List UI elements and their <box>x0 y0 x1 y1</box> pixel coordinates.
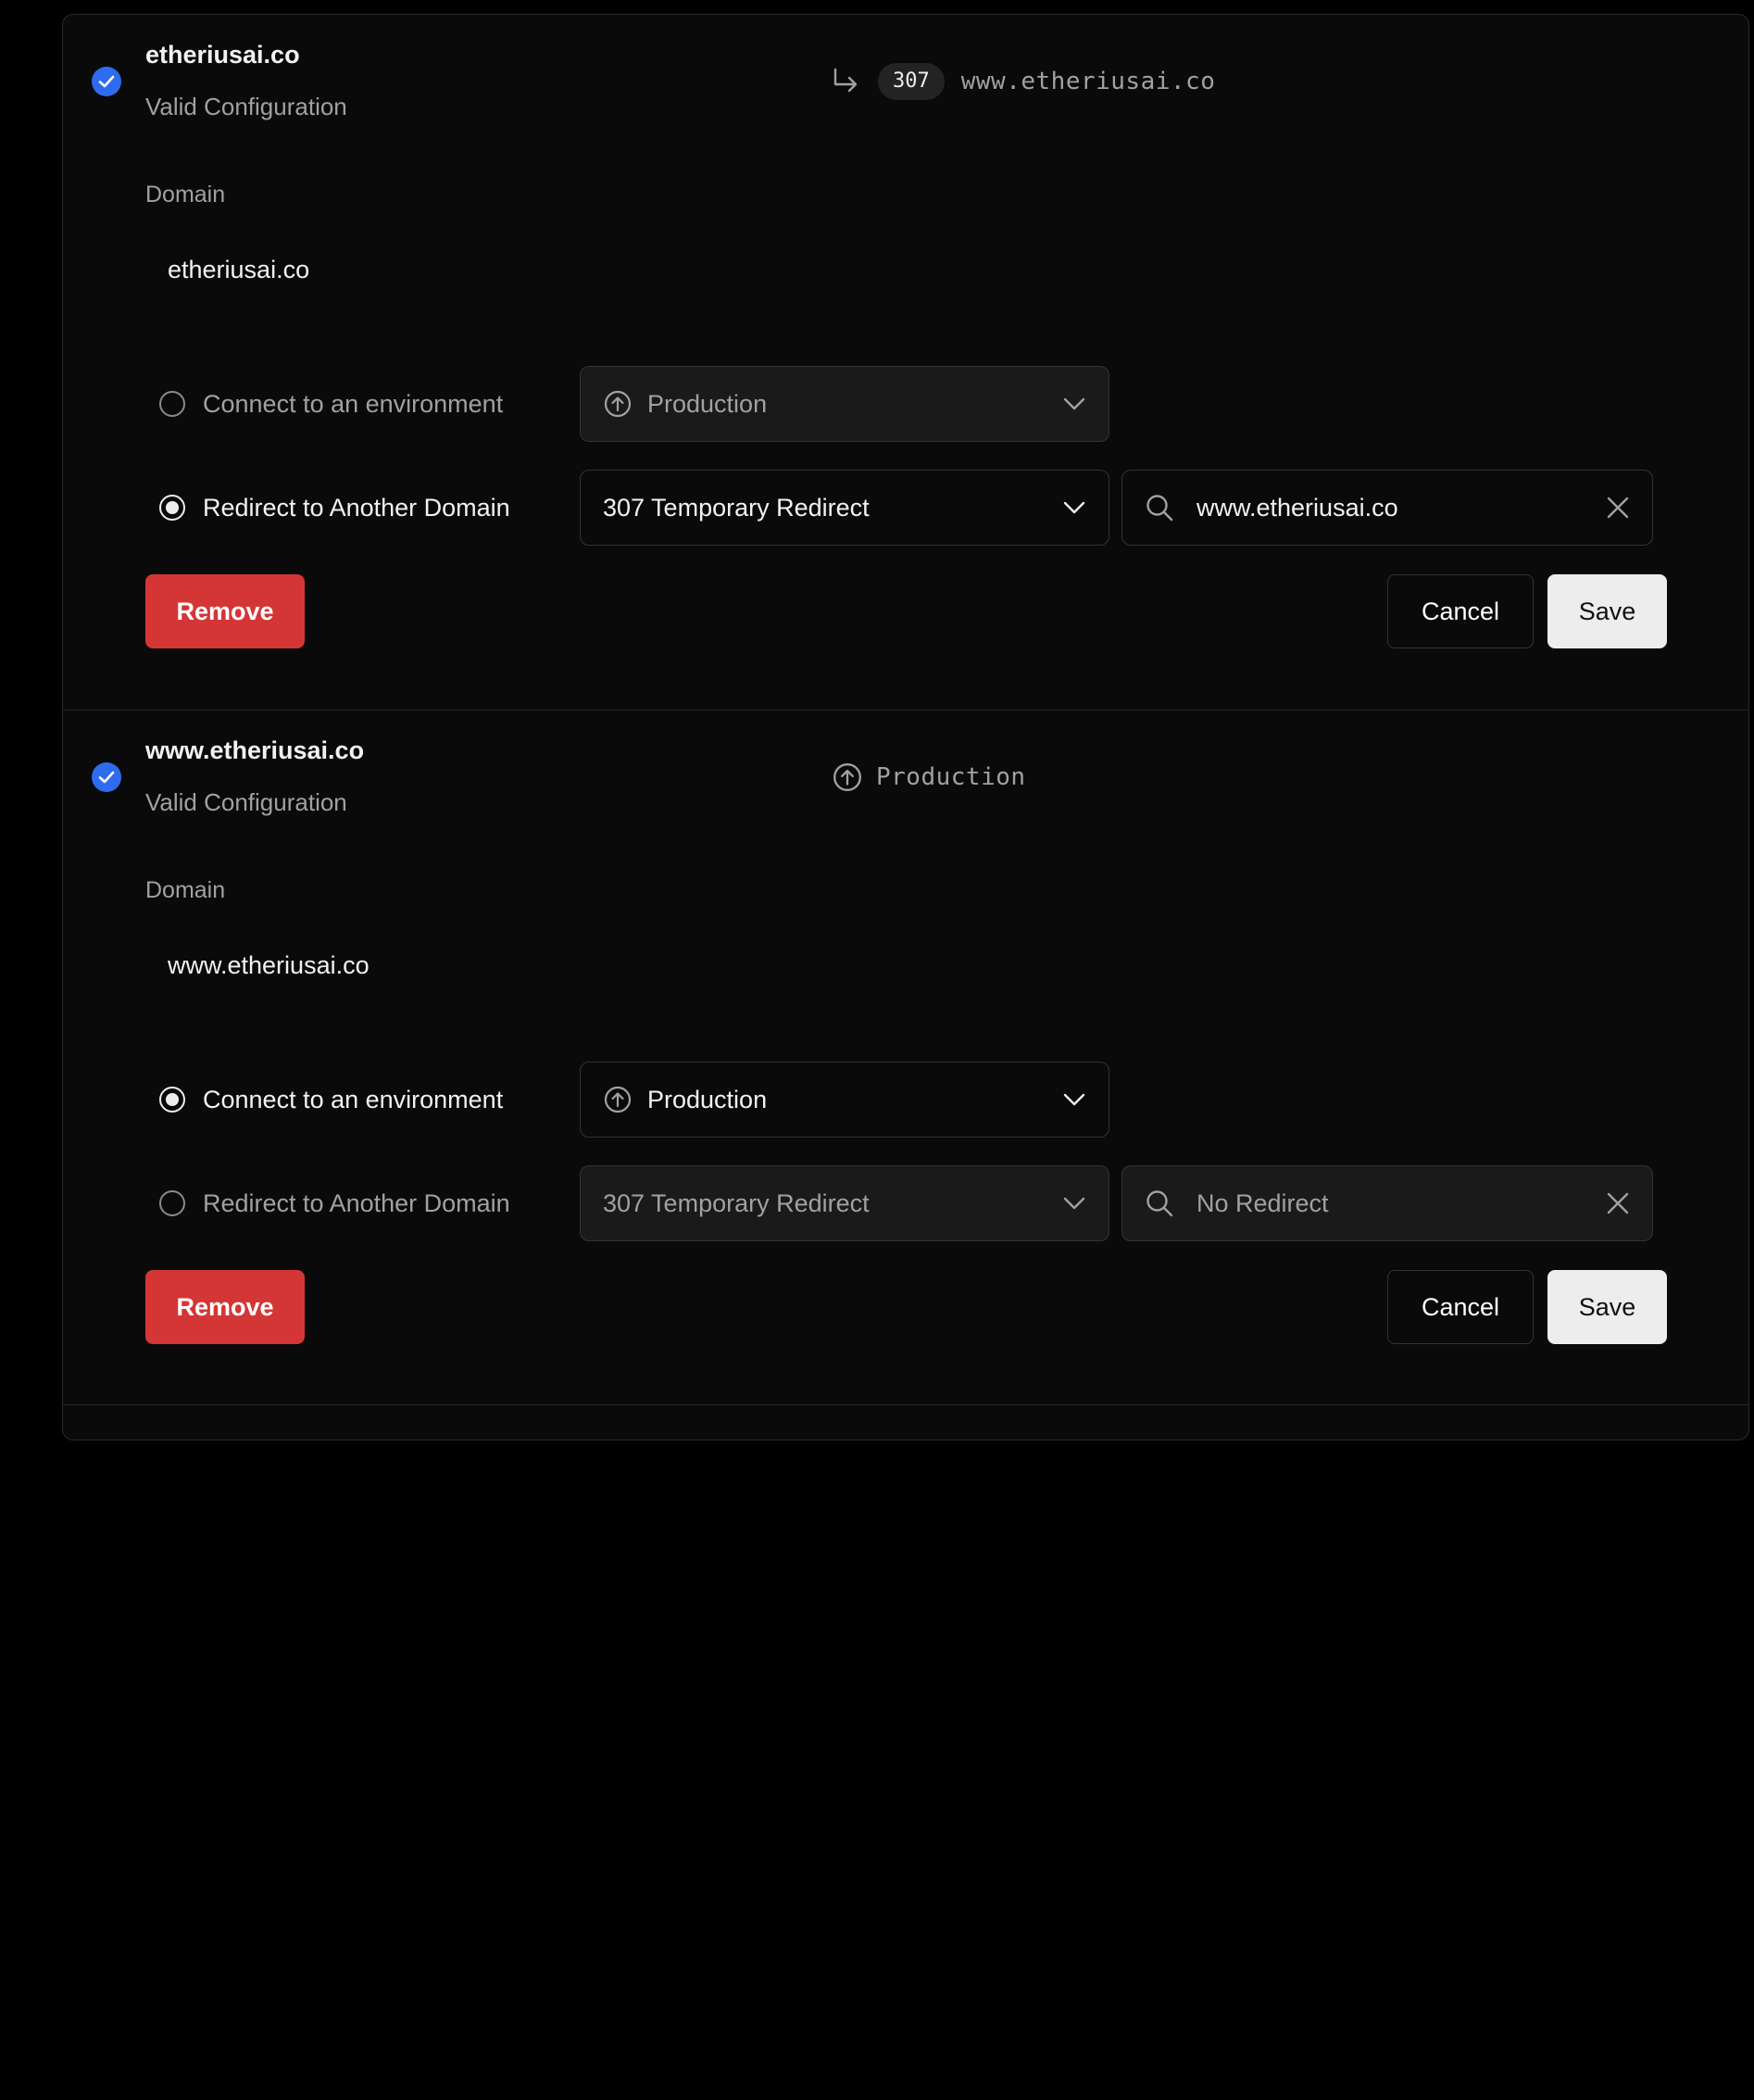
remove-button[interactable]: Remove <box>145 1270 305 1344</box>
redirect-domain-option[interactable]: Redirect to Another Domain <box>159 1185 510 1222</box>
redirect-type-select[interactable]: 307 Temporary Redirect <box>580 470 1109 546</box>
redirect-domain-radio[interactable] <box>159 1190 185 1216</box>
close-icon[interactable] <box>1606 1191 1630 1215</box>
redirect-domain-label: Redirect to Another Domain <box>203 493 510 522</box>
environment-select[interactable]: Production <box>580 366 1109 442</box>
arrow-up-circle-icon <box>603 389 633 419</box>
redirect-type-value: 307 Temporary Redirect <box>603 1188 870 1217</box>
redirect-target-input[interactable] <box>1196 493 1606 522</box>
redirect-arrow-icon <box>832 67 859 97</box>
environment-select-value: Production <box>647 1085 768 1113</box>
check-circle-icon <box>92 762 121 792</box>
redirect-domain-radio[interactable] <box>159 495 185 521</box>
domain-name[interactable]: www.etheriusai.co <box>145 736 364 765</box>
redirect-summary: 307 www.etheriusai.co <box>832 63 1215 100</box>
environment-select[interactable]: Production <box>580 1062 1109 1138</box>
domains-panel: etheriusai.co Valid Configuration 307 ww… <box>62 14 1749 1440</box>
environment-summary: Production <box>832 759 1026 796</box>
redirect-target-search[interactable] <box>1121 470 1653 546</box>
arrow-up-circle-icon <box>832 761 863 793</box>
redirect-target-search[interactable] <box>1121 1165 1653 1241</box>
connect-environment-option[interactable]: Connect to an environment <box>159 385 503 422</box>
domain-field-label: Domain <box>145 182 226 207</box>
redirect-target-text: www.etheriusai.co <box>960 68 1216 95</box>
cancel-button[interactable]: Cancel <box>1387 1270 1534 1344</box>
configuration-status: Valid Configuration <box>145 93 347 120</box>
redirect-domain-label: Redirect to Another Domain <box>203 1188 510 1217</box>
connect-environment-radio[interactable] <box>159 391 185 417</box>
redirect-domain-option[interactable]: Redirect to Another Domain <box>159 489 510 526</box>
remove-button[interactable]: Remove <box>145 574 305 648</box>
save-button[interactable]: Save <box>1547 1270 1667 1344</box>
redirect-type-select[interactable]: 307 Temporary Redirect <box>580 1165 1109 1241</box>
redirect-target-input[interactable] <box>1196 1188 1606 1218</box>
connect-environment-label: Connect to an environment <box>203 1085 504 1113</box>
domain-name[interactable]: etheriusai.co <box>145 41 300 69</box>
arrow-up-circle-icon <box>603 1085 633 1114</box>
save-button[interactable]: Save <box>1547 574 1667 648</box>
check-circle-icon <box>92 67 121 96</box>
chevron-down-icon <box>1062 1092 1086 1107</box>
domain-field-label: Domain <box>145 877 226 903</box>
domain-field-value: etheriusai.co <box>168 256 310 283</box>
redirect-code-badge: 307 <box>878 63 945 100</box>
connect-environment-option[interactable]: Connect to an environment <box>159 1081 503 1118</box>
domain-card: www.etheriusai.co Valid Configuration Pr… <box>63 710 1748 1405</box>
connect-environment-label: Connect to an environment <box>203 389 504 418</box>
domain-card-next <box>63 1404 1748 2100</box>
domain-card: etheriusai.co Valid Configuration 307 ww… <box>63 15 1748 710</box>
close-icon[interactable] <box>1606 496 1630 520</box>
chevron-down-icon <box>1062 396 1086 411</box>
search-icon <box>1145 493 1174 522</box>
search-icon <box>1145 1188 1174 1218</box>
environment-summary-text: Production <box>876 763 1026 791</box>
environment-select-value: Production <box>647 389 768 418</box>
domain-field-value: www.etheriusai.co <box>168 951 370 979</box>
chevron-down-icon <box>1062 500 1086 515</box>
redirect-type-value: 307 Temporary Redirect <box>603 493 870 522</box>
connect-environment-radio[interactable] <box>159 1087 185 1113</box>
cancel-button[interactable]: Cancel <box>1387 574 1534 648</box>
configuration-status: Valid Configuration <box>145 788 347 816</box>
chevron-down-icon <box>1062 1196 1086 1211</box>
